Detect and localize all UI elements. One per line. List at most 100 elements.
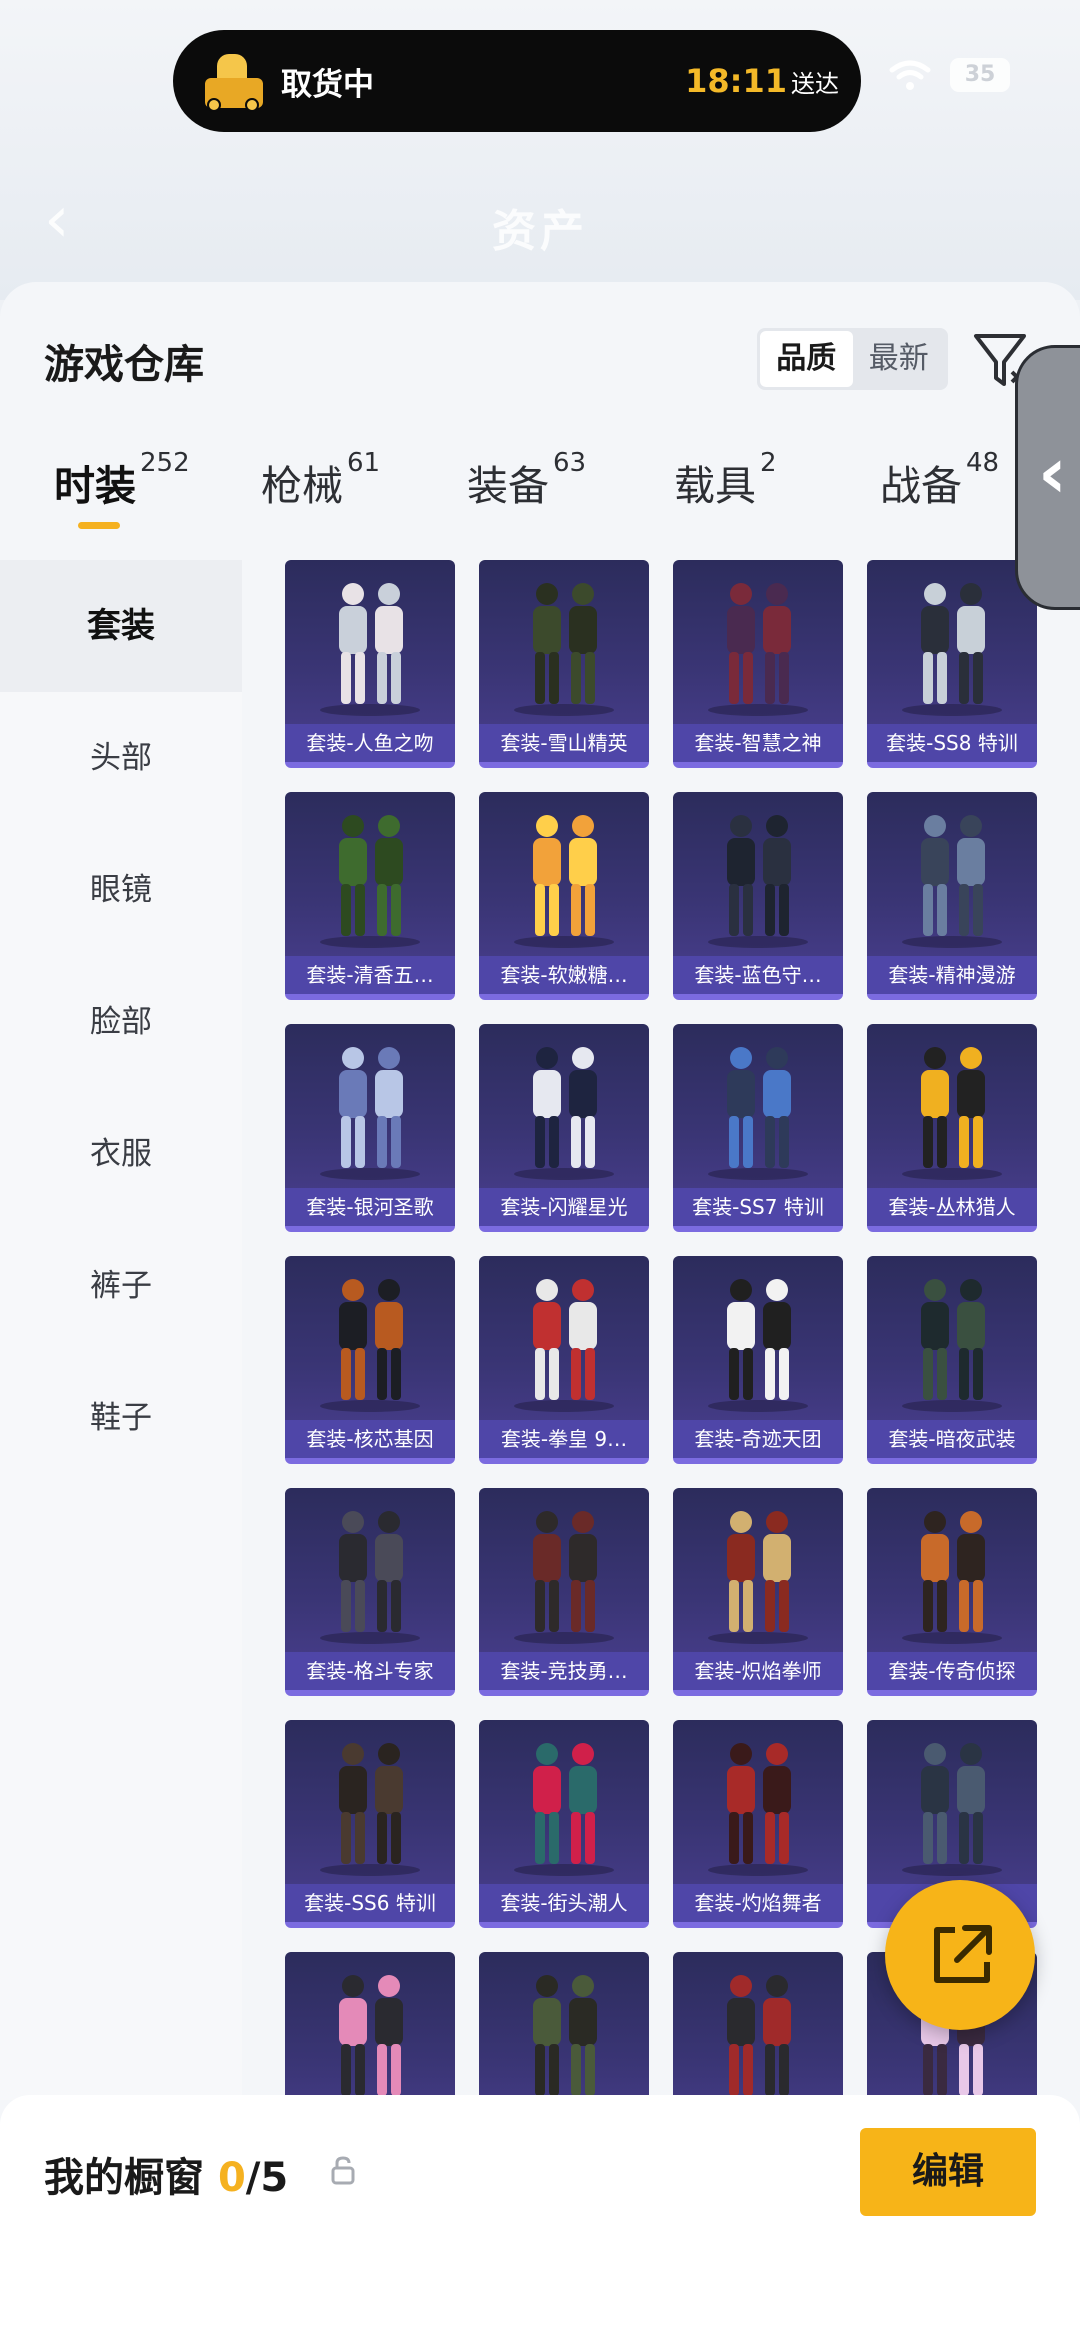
item-name: 套装-格斗专家 (285, 1652, 455, 1690)
outfit-thumbnail (320, 815, 420, 948)
item-card[interactable]: 套装-清香五… (285, 792, 455, 1000)
item-card[interactable]: 套装-SS7 特训 (673, 1024, 843, 1232)
showcase-label: 我的橱窗 (44, 2155, 204, 2201)
item-card[interactable]: 套装-核芯基因 (285, 1256, 455, 1464)
item-card[interactable]: 套装-竞技勇… (479, 1488, 649, 1696)
sidebar-item-glasses[interactable]: 眼镜 (0, 824, 242, 956)
item-name: 套装-银河圣歌 (285, 1188, 455, 1226)
outfit-thumbnail (708, 1743, 808, 1876)
status-icons: 35 (888, 58, 1010, 92)
item-card[interactable] (673, 1952, 843, 2100)
tab-label: 时装 (54, 462, 136, 510)
item-name: 套装-人鱼之吻 (285, 724, 455, 762)
item-name: 套装-清香五… (285, 956, 455, 994)
sort-newest[interactable]: 最新 (853, 331, 946, 387)
delivery-status-pill[interactable]: 取货中 18:11 送达 (173, 30, 861, 132)
item-card[interactable]: 套装-暗夜武装 (867, 1256, 1037, 1464)
showcase-title: 我的橱窗 0/5 (44, 2145, 288, 2203)
item-card[interactable]: 套装-SS6 特训 (285, 1720, 455, 1928)
item-card[interactable]: 套装-雪山精英 (479, 560, 649, 768)
tab-label: 装备 (467, 462, 549, 510)
item-card[interactable]: 套装-软嫩糖… (479, 792, 649, 1000)
item-card[interactable]: 套装-炽焰拳师 (673, 1488, 843, 1696)
item-card[interactable]: 套装-灼焰舞者 (673, 1720, 843, 1928)
tab-firearms[interactable]: 枪械 61 (261, 448, 380, 542)
category-tabs: 时装 252 枪械 61 装备 63 载具 2 战备 48 (0, 448, 1080, 542)
edit-button[interactable]: 编辑 (860, 2128, 1036, 2216)
sidebar-item-face[interactable]: 脸部 (0, 956, 242, 1088)
item-name: 套装-灼焰舞者 (673, 1884, 843, 1922)
item-name: 套装-传奇侦探 (867, 1652, 1037, 1690)
outfit-thumbnail (514, 1279, 614, 1412)
item-name: 套装-丛林猎人 (867, 1188, 1037, 1226)
item-name: 套装-核芯基因 (285, 1420, 455, 1458)
side-drawer-handle[interactable]: ‹ (1015, 345, 1080, 610)
outfit-thumbnail (902, 1511, 1002, 1644)
courier-icon (203, 50, 265, 112)
showcase-bar: 我的橱窗 0/5 编辑 (0, 2095, 1080, 2341)
item-name: 套装-奇迹天团 (673, 1420, 843, 1458)
tab-label: 枪械 (261, 462, 343, 510)
item-card[interactable]: 套装-SS8 特训 (867, 560, 1037, 768)
outfit-thumbnail (320, 1743, 420, 1876)
item-card[interactable]: 套装-精神漫游 (867, 792, 1037, 1000)
sidebar-item-sets[interactable]: 套装 (0, 560, 242, 692)
tab-vehicles[interactable]: 载具 2 (674, 448, 777, 542)
item-card[interactable]: 套装-丛林猎人 (867, 1024, 1037, 1232)
item-card[interactable]: 套装-奇迹天团 (673, 1256, 843, 1464)
outfit-thumbnail (708, 815, 808, 948)
sidebar-item-shoes[interactable]: 鞋子 (0, 1352, 242, 1484)
item-card[interactable]: 套装-拳皇 9… (479, 1256, 649, 1464)
item-card[interactable]: 套装-智慧之神 (673, 560, 843, 768)
tab-count: 63 (553, 448, 587, 478)
tab-count: 252 (140, 448, 190, 478)
item-card[interactable]: 套装-街头潮人 (479, 1720, 649, 1928)
item-card[interactable] (285, 1952, 455, 2100)
outfit-thumbnail (902, 815, 1002, 948)
sidebar-item-pants[interactable]: 裤子 (0, 1220, 242, 1352)
item-card[interactable]: 套装-格斗专家 (285, 1488, 455, 1696)
item-card[interactable]: 套装-蓝色守… (673, 792, 843, 1000)
outfit-thumbnail (708, 583, 808, 716)
sidebar-item-clothes[interactable]: 衣服 (0, 1088, 242, 1220)
item-card[interactable]: 套装-人鱼之吻 (285, 560, 455, 768)
lock-icon[interactable] (330, 2155, 356, 2185)
item-card[interactable]: 套装-传奇侦探 (867, 1488, 1037, 1696)
tab-label: 载具 (674, 462, 756, 510)
tab-active-indicator (78, 522, 120, 529)
sort-toggle: 品质 最新 (757, 328, 948, 390)
tab-count: 61 (347, 448, 381, 478)
item-name: 套装-精神漫游 (867, 956, 1037, 994)
outfit-thumbnail (320, 583, 420, 716)
tab-count: 2 (760, 448, 777, 478)
item-name: 套装-SS8 特训 (867, 724, 1037, 762)
outfit-thumbnail (514, 1047, 614, 1180)
tab-fashion[interactable]: 时装 252 (54, 448, 190, 542)
item-card[interactable]: 套装-银河圣歌 (285, 1024, 455, 1232)
showcase-max-count: /5 (245, 2155, 289, 2201)
delivery-status-label: 取货中 (281, 66, 374, 103)
item-name: 套装-软嫩糖… (479, 956, 649, 994)
outfit-thumbnail (902, 1743, 1002, 1876)
warehouse-title: 游戏仓库 (44, 342, 204, 388)
item-card[interactable] (479, 1952, 649, 2100)
sort-quality[interactable]: 品质 (760, 331, 853, 387)
tab-tactical[interactable]: 战备 48 (880, 448, 999, 542)
outfit-thumbnail (516, 1975, 612, 2100)
outfit-thumbnail (708, 1511, 808, 1644)
delivery-suffix: 送达 (791, 69, 839, 98)
item-name: 套装-街头潮人 (479, 1884, 649, 1922)
item-name: 套装-蓝色守… (673, 956, 843, 994)
delivery-time: 18:11 (685, 62, 787, 100)
outfit-thumbnail (708, 1279, 808, 1412)
item-name: 套装-炽焰拳师 (673, 1652, 843, 1690)
outfit-thumbnail (320, 1047, 420, 1180)
sidebar-item-head[interactable]: 头部 (0, 692, 242, 824)
share-button[interactable] (885, 1880, 1035, 2030)
outfit-thumbnail (320, 1511, 420, 1644)
item-card[interactable]: 套装-闪耀星光 (479, 1024, 649, 1232)
tab-equipment[interactable]: 装备 63 (467, 448, 586, 542)
item-name: 套装-闪耀星光 (479, 1188, 649, 1226)
share-icon (934, 1925, 992, 1983)
showcase-current-count: 0 (217, 2155, 246, 2201)
